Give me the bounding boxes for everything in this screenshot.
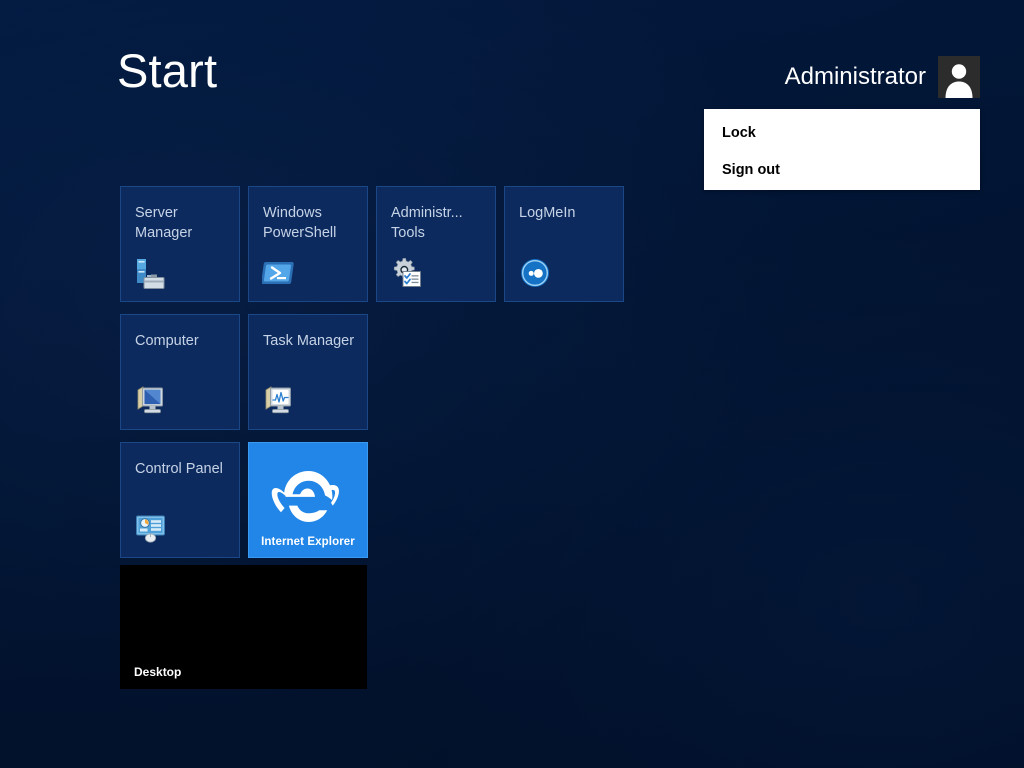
powershell-icon (262, 256, 296, 290)
tile-label: Server Manager (135, 203, 231, 243)
tile-label: Task Manager (263, 331, 359, 351)
tile-label: Windows PowerShell (263, 203, 359, 243)
tile-label: LogMeIn (519, 203, 615, 223)
tile-server-manager[interactable]: Server Manager (120, 186, 240, 302)
tile-control-panel[interactable]: Control Panel (120, 442, 240, 558)
page-title: Start (117, 47, 217, 94)
user-name-label: Administrator (785, 65, 926, 89)
administrative-tools-icon (390, 256, 424, 290)
internet-explorer-icon (269, 457, 347, 535)
task-manager-icon (262, 384, 296, 418)
tile-windows-powershell[interactable]: Windows PowerShell (248, 186, 368, 302)
tile-internet-explorer[interactable]: Internet Explorer (248, 442, 368, 558)
tile-desktop[interactable]: Desktop (120, 565, 367, 689)
tile-label: Control Panel (135, 459, 231, 479)
user-account-button[interactable]: Administrator (785, 56, 980, 98)
tile-label: Desktop (134, 665, 181, 679)
server-manager-icon (134, 256, 168, 290)
tile-logmein[interactable]: LogMeIn (504, 186, 624, 302)
tile-label: Internet Explorer (249, 536, 367, 548)
tile-administrative-tools[interactable]: Administr... Tools (376, 186, 496, 302)
user-account-menu[interactable]: Lock Sign out (704, 109, 980, 190)
control-panel-icon (134, 512, 168, 546)
tile-task-manager[interactable]: Task Manager (248, 314, 368, 430)
tile-computer[interactable]: Computer (120, 314, 240, 430)
user-avatar-icon[interactable] (938, 56, 980, 98)
tile-label: Administr... Tools (391, 203, 487, 243)
tile-grid: Server Manager Windows PowerShell (120, 186, 640, 696)
menu-item-sign-out[interactable]: Sign out (722, 163, 780, 178)
tile-label: Computer (135, 331, 231, 351)
computer-icon (134, 384, 168, 418)
menu-item-lock[interactable]: Lock (722, 126, 756, 141)
logmein-icon (518, 256, 552, 290)
